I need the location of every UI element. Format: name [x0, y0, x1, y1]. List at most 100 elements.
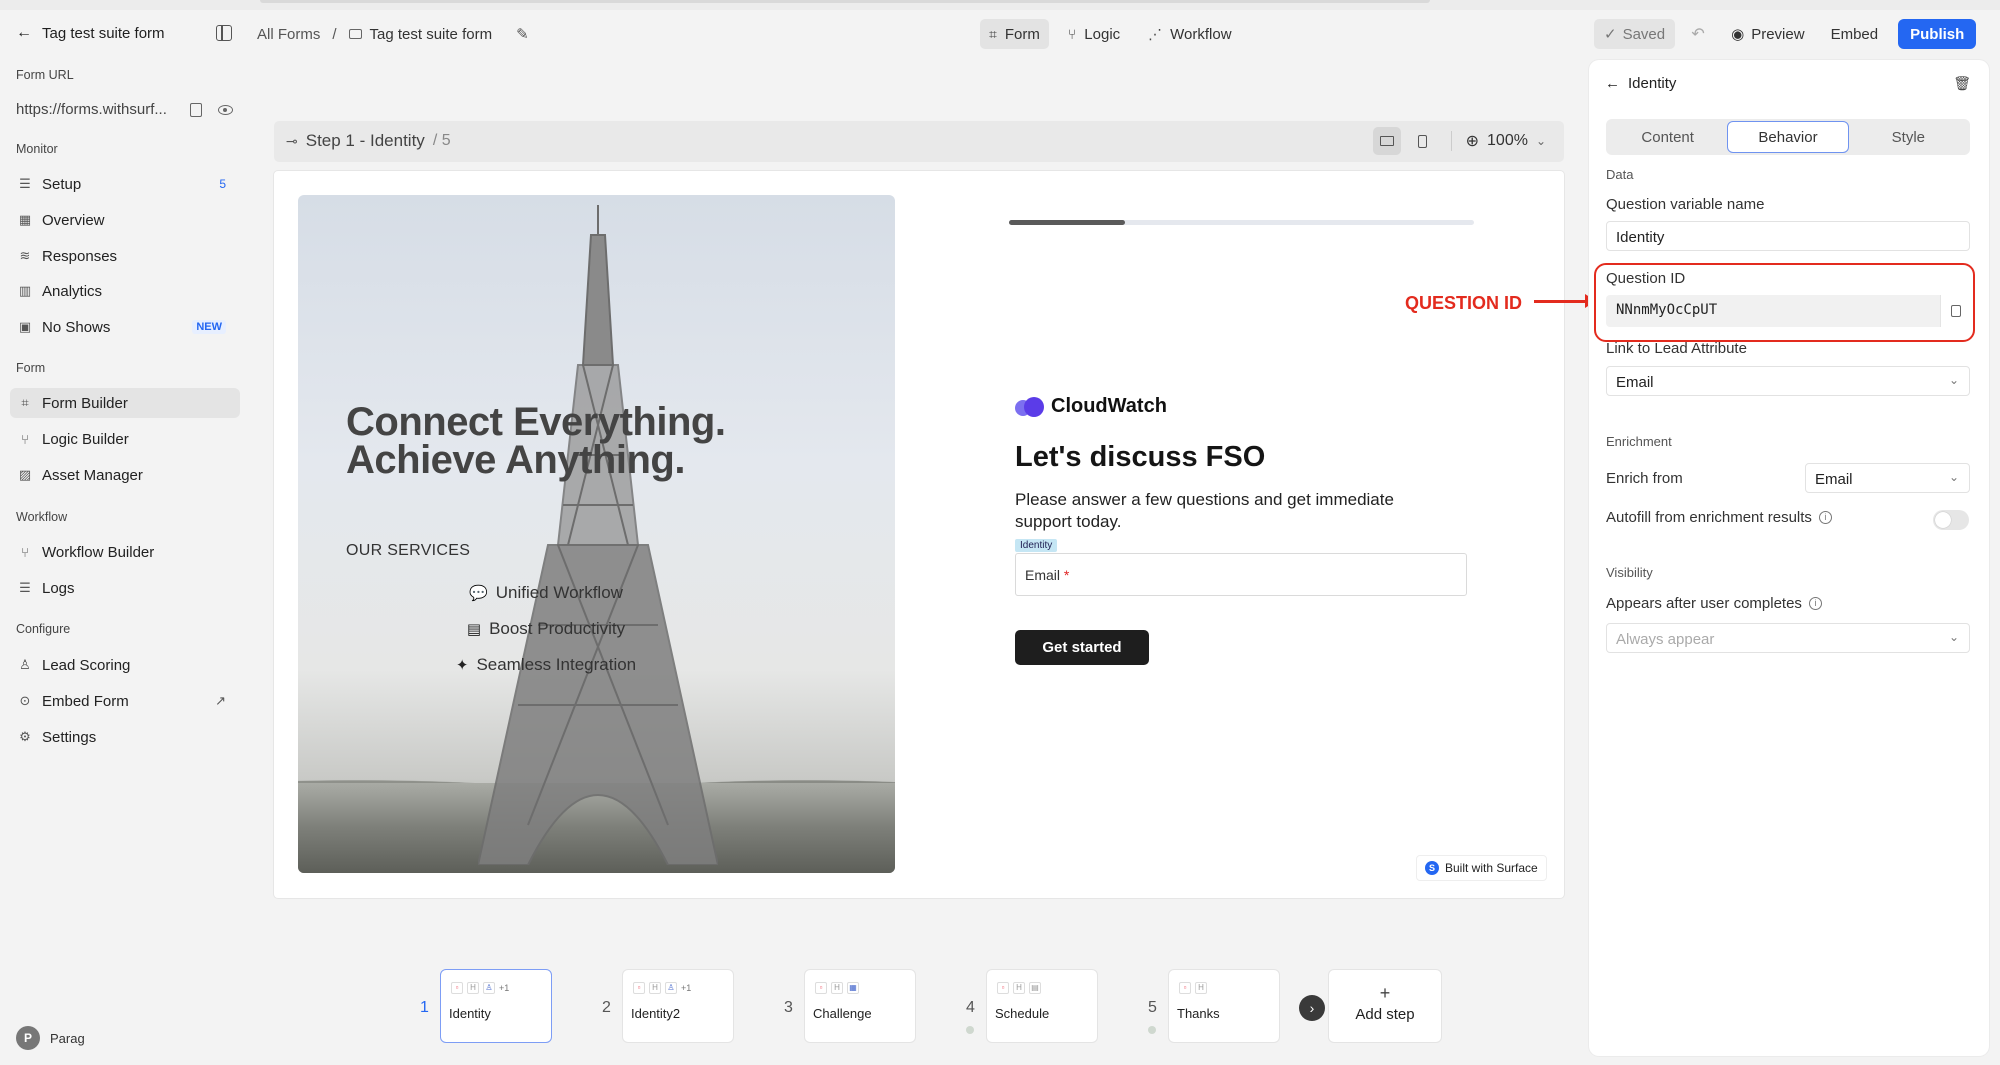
sidebar-item-label: Form Builder	[42, 394, 128, 412]
mobile-view-button[interactable]	[1409, 127, 1437, 155]
brand-logo: CloudWatch	[1015, 395, 1167, 418]
form-field-icon: ▫	[997, 982, 1009, 994]
chevron-down-icon: ⌄	[1948, 373, 1959, 387]
more-count: +1	[499, 983, 510, 993]
sidebar-item-analytics[interactable]: ▥ Analytics	[10, 276, 240, 306]
user-profile[interactable]: P Parag	[16, 1026, 85, 1050]
sidebar-toggle-icon[interactable]	[216, 25, 232, 41]
panel-tabs: Content Behavior Style	[1606, 119, 1970, 155]
sidebar-item-workflow-builder[interactable]: ⑂ Workflow Builder	[10, 537, 240, 567]
mode-logic-tab[interactable]: ⑂ Logic	[1059, 19, 1129, 49]
appears-after-select[interactable]: Always appear ⌄	[1606, 623, 1970, 653]
step-card[interactable]: ▫ H ▦ Challenge	[804, 969, 916, 1043]
undo-icon[interactable]: ↶	[1681, 24, 1715, 44]
tab-content[interactable]: Content	[1608, 121, 1727, 153]
sidebar-item-label: Responses	[42, 247, 118, 265]
sidebar-item-overview[interactable]: ▦ Overview	[10, 205, 240, 235]
lead-attribute-select[interactable]: Email ⌄	[1606, 366, 1970, 396]
step-chips: ▫ H ♙ +1	[451, 982, 509, 994]
enrich-from-select[interactable]: Email ⌄	[1805, 463, 1970, 493]
form-title-back[interactable]: ← Tag test suite form	[16, 24, 165, 42]
hero-headline: Connect Everything. Achieve Anything.	[346, 402, 726, 480]
address-bar-edge	[260, 0, 1430, 3]
trash-icon[interactable]: 🗑	[1953, 75, 1971, 92]
step-card[interactable]: ▫ H ♙ +1 Identity2	[622, 969, 734, 1043]
chevron-right-icon[interactable]: ›	[1299, 995, 1325, 1021]
publish-button[interactable]: Publish	[1898, 19, 1977, 49]
branch-icon: ⑂	[21, 431, 29, 447]
back-arrow-icon[interactable]: ←	[16, 24, 32, 42]
sidebar-item-setup[interactable]: ☰ Setup 5	[10, 169, 240, 199]
step-number: 4	[966, 999, 975, 1016]
sidebar-item-settings[interactable]: ⚙ Settings	[10, 722, 240, 752]
breadcrumb-all-forms[interactable]: All Forms	[257, 26, 320, 43]
mode-form-tab[interactable]: ⌗ Form	[980, 19, 1049, 49]
email-field[interactable]: Email *	[1015, 553, 1467, 596]
preview-button[interactable]: ◉ Preview	[1721, 19, 1814, 49]
chat-bubbles-icon: 💬	[469, 585, 488, 602]
surface-logo-icon: S	[1425, 861, 1439, 875]
autofill-toggle[interactable]	[1933, 510, 1969, 530]
add-step-button[interactable]: + Add step	[1328, 969, 1442, 1043]
step-card[interactable]: ▫ H ▤ Schedule	[986, 969, 1098, 1043]
sidebar-item-responses[interactable]: ≋ Responses	[10, 241, 240, 271]
built-with-surface-badge[interactable]: S Built with Surface	[1416, 855, 1547, 881]
copy-icon[interactable]	[190, 102, 202, 117]
cloudwatch-logo-icon	[1015, 396, 1045, 417]
step-title-label: Step 1 - Identity	[305, 131, 425, 150]
dashboard-icon: ▦	[18, 212, 32, 227]
info-icon[interactable]: i	[1818, 511, 1832, 524]
tab-behavior[interactable]: Behavior	[1727, 121, 1849, 153]
step-card[interactable]: ▫ H ♙ +1 Identity	[440, 969, 552, 1043]
autofill-label: Autofill from enrichment results i	[1606, 509, 1832, 526]
sidebar-item-embed-form[interactable]: ⊙ Embed Form ↗	[10, 686, 240, 716]
zoom-value: 100%	[1487, 132, 1528, 149]
question-id-highlight	[1594, 263, 1975, 342]
built-with-label: Built with Surface	[1445, 861, 1538, 875]
step-toolbar: ⊸ Step 1 - Identity / 5 ⊕ 100% ⌄	[274, 121, 1564, 162]
service-item: 💬 Unified Workflow	[346, 575, 746, 611]
mode-workflow-label: Workflow	[1170, 25, 1232, 43]
email-field-label: Email	[1025, 567, 1061, 583]
edit-pencil-icon[interactable]: ✎	[516, 25, 529, 43]
chevron-down-icon: ⌄	[1948, 470, 1959, 484]
form-url-value[interactable]: https://forms.withsurf...	[16, 101, 174, 118]
branch-icon: ⑂	[21, 544, 29, 560]
appears-after-label-text: Appears after user completes	[1606, 595, 1802, 612]
step-chips: ▫ H	[1179, 982, 1207, 994]
zoom-select[interactable]: ⊕ 100% ⌄	[1466, 131, 1546, 151]
service-label: Seamless Integration	[476, 655, 637, 674]
form-url-label: Form URL	[16, 68, 74, 82]
back-arrow-icon[interactable]: ←	[1605, 75, 1620, 92]
desktop-view-button[interactable]	[1372, 127, 1401, 155]
variable-name-input[interactable]: Identity	[1606, 221, 1970, 251]
sidebar-item-asset-manager[interactable]: ▨ Asset Manager	[10, 460, 240, 490]
sidebar-item-logs[interactable]: ☰ Logs	[10, 573, 240, 603]
step-number: 5	[1148, 999, 1157, 1016]
mode-workflow-tab[interactable]: ⋰ Workflow	[1139, 19, 1240, 49]
form-title: Tag test suite form	[42, 24, 165, 42]
service-item: ▤ Boost Productivity	[346, 611, 746, 647]
sidebar-item-label: Asset Manager	[42, 466, 143, 484]
embed-button[interactable]: Embed	[1821, 19, 1889, 49]
appears-after-label: Appears after user completes i	[1606, 595, 1822, 612]
heading-icon: H	[467, 982, 479, 994]
toolbar-divider	[1450, 131, 1452, 151]
step-card[interactable]: ▫ H Thanks	[1168, 969, 1280, 1043]
eye-icon[interactable]	[218, 104, 233, 115]
step-chips: ▫ H ▤	[997, 982, 1041, 994]
info-icon[interactable]: i	[1808, 597, 1822, 610]
sidebar-item-no-shows[interactable]: ▣ No Shows NEW	[10, 312, 240, 342]
sidebar-item-logic-builder[interactable]: ⑂ Logic Builder	[10, 424, 240, 454]
tab-style[interactable]: Style	[1849, 121, 1968, 153]
step-number: 2	[602, 999, 611, 1016]
get-started-button[interactable]: Get started	[1015, 630, 1149, 665]
user-name: Parag	[50, 1030, 85, 1046]
heading-icon: H	[831, 982, 843, 994]
services-heading: OUR SERVICES	[346, 542, 471, 559]
sidebar-item-form-builder[interactable]: ⌗ Form Builder	[10, 388, 240, 418]
sidebar-item-lead-scoring[interactable]: ♙ Lead Scoring	[10, 650, 240, 680]
step-status-dot	[966, 1026, 974, 1034]
panel-header[interactable]: ← Identity	[1605, 75, 1676, 92]
question-tag[interactable]: Identity	[1015, 539, 1058, 552]
